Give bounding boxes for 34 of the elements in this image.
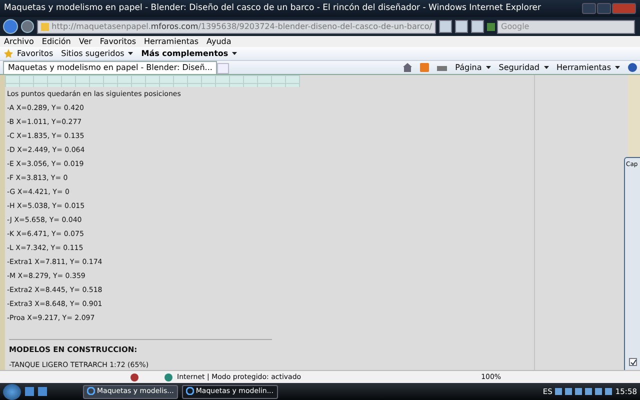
window-switch-icon[interactable] — [38, 387, 47, 396]
star-icon — [4, 49, 13, 58]
page-icon — [41, 22, 49, 30]
home-icon[interactable] — [403, 63, 412, 72]
menu-item[interactable]: Archivo — [4, 36, 34, 48]
checkbox[interactable] — [629, 358, 637, 366]
caret-icon — [486, 66, 491, 69]
search-provider-icon — [487, 22, 495, 30]
command-menu[interactable]: Seguridad — [498, 62, 548, 74]
rss-icon[interactable] — [420, 63, 430, 72]
caret-icon — [232, 52, 238, 55]
back-button[interactable] — [3, 19, 18, 34]
address-field[interactable]: http://maquetasenpapel.mforos.com/1395638/9203724-blender-diseno-del-casco-de-un-barco/ — [37, 20, 436, 34]
help-icon[interactable] — [628, 62, 637, 74]
browser-icon — [186, 387, 194, 396]
menu-item[interactable]: Ayuda — [206, 36, 232, 48]
favorites-button[interactable]: Favoritos — [4, 48, 54, 60]
caret-icon — [615, 66, 620, 69]
command-menu[interactable]: Página — [455, 62, 491, 74]
suggested-sites-link[interactable]: Sitios sugeridos — [61, 48, 134, 60]
command-menu[interactable]: Herramientas — [556, 62, 620, 74]
menu-item[interactable]: Ver — [78, 36, 92, 48]
forward-button[interactable] — [21, 20, 34, 33]
caret-icon — [128, 52, 134, 55]
menu-item[interactable]: Favoritos — [100, 36, 136, 48]
start-button[interactable] — [3, 384, 21, 400]
caret-icon — [544, 66, 548, 69]
window-title: Maquetas y modelismo en papel - Blender: Diseño del casco de un barco - El rincón del diseñador - Windows Internet Explorer — [4, 2, 542, 15]
menu-item[interactable]: Edición — [42, 36, 71, 48]
menu-item[interactable]: Herramientas — [144, 36, 199, 48]
add-ons-link[interactable]: Más complementos — [141, 48, 238, 60]
browser-tab[interactable]: Maquetas y modelismo en papel - Blender: Diseñ... — [3, 61, 218, 74]
browser-icon — [87, 387, 95, 396]
search-field[interactable]: Google — [497, 20, 635, 34]
